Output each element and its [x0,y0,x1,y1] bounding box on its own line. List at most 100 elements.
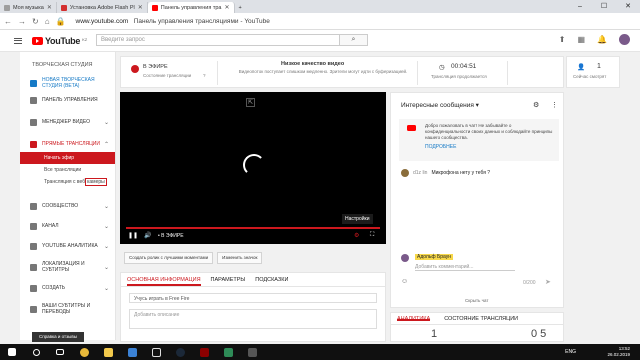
sidebar-item-analytics[interactable]: YOUTUBE АНАЛИТИКА ⌄ [20,238,115,254]
description-field[interactable]: Добавить описание [129,309,377,329]
video-player[interactable]: ⇱ Настройки ❚❚ 🔊 • В ЭФИРЕ ⚙ ⛶ [120,92,386,244]
change-thumbnail-button[interactable]: Изменить значок [217,252,263,264]
search-icon[interactable] [24,344,48,360]
help-feedback-button[interactable]: Справка и отзывы [32,332,84,342]
live-label[interactable]: • В ЭФИРЕ [158,233,184,239]
tab-stream-health[interactable]: СОСТОЯНИЕ ТРАНСЛЯЦИИ [444,316,518,322]
clock-icon: ◷ [439,64,445,71]
help-icon[interactable]: ? [203,73,206,78]
forward-icon[interactable]: → [18,17,26,26]
sidebar-item-new-studio[interactable]: НОВАЯ ТВОРЧЕСКАЯ СТУДИЯ (BETA) [20,74,115,92]
settings-icon[interactable]: ⚙ [354,232,359,239]
chrome-icon[interactable] [72,344,96,360]
clock[interactable]: 13:52 26.02.2019 [607,346,630,358]
char-counter: 0/200 [523,280,536,286]
app-icon[interactable] [216,344,240,360]
sidebar-item-community[interactable]: СООБЩЕСТВО ⌄ [20,198,115,214]
sidebar-item-video-manager[interactable]: МЕНЕДЖЕР ВИДЕО ⌄ [20,114,115,130]
search-input[interactable]: Введите запрос [96,34,340,46]
stream-status-panel: В ЭФИРЕ Состояние трансляции ? Низкое ка… [120,56,564,88]
sidebar-item-channel[interactable]: КАНАЛ ⌄ [20,218,115,234]
chevron-down-icon: ⌄ [103,264,109,271]
tab-flash[interactable]: Установка Adobe Flash Pl ✕ [57,2,148,13]
task-view-icon[interactable] [48,344,72,360]
maximize-icon[interactable]: ☐ [592,0,616,13]
back-icon[interactable]: ← [4,17,12,26]
home-icon[interactable]: ⌂ [45,17,50,26]
sidebar-sub-webcam[interactable]: Трансляция с веб камеры [20,176,115,188]
studio-sidebar: ТВОРЧЕСКАЯ СТУДИЯ НОВАЯ ТВОРЧЕСКАЯ СТУДИ… [20,52,116,340]
more-link[interactable]: ПОДРОБНЕЕ [425,144,555,150]
tab-label: Моя музыка [13,4,44,11]
create-clip-button[interactable]: Создать ролик с лучшими моментами [124,252,214,264]
address-bar: ← → ↻ ⌂ 🔒 www.youtube.com Панель управле… [0,13,640,30]
youtube-icon [407,125,416,131]
app-icon[interactable] [144,344,168,360]
community-icon [30,202,37,210]
sidebar-item-live[interactable]: ПРЯМЫЕ ТРАНСЛЯЦИИ ⌃ [20,136,115,152]
volume-icon[interactable]: 🔊 [144,232,151,239]
sidebar-item-label: ПРЯМЫЕ ТРАНСЛЯЦИИ [42,141,100,147]
sidebar-item-label: КАНАЛ [42,223,59,229]
bell-icon[interactable]: 🔔 [597,35,607,44]
apps-icon[interactable]: ▦ [577,35,585,44]
close-window-icon[interactable]: ✕ [616,0,640,13]
chevron-up-icon: ⌃ [103,141,109,148]
youtube-icon [151,4,158,11]
url-host: www.youtube.com [75,17,129,25]
fullscreen-icon[interactable]: ⛶ [370,232,374,239]
close-icon[interactable]: ✕ [47,4,52,11]
url-field[interactable]: www.youtube.com Панель управления трансл… [76,18,270,25]
tab-parameters[interactable]: ПАРАМЕТРЫ [211,277,246,286]
quality-title: Низкое качество видео [281,61,345,67]
sidebar-item-subtitles[interactable]: ВАШИ СУБТИТРЫ И ПЕРЕВОДЫ [20,300,115,318]
avatar[interactable] [619,34,630,45]
app-icon[interactable] [192,344,216,360]
sidebar-item-create[interactable]: СОЗДАТЬ ⌄ [20,280,115,296]
progress-bar[interactable] [126,227,380,229]
send-icon[interactable]: ➤ [545,278,551,286]
minimize-icon[interactable]: – [568,0,592,13]
sidebar-item-dashboard[interactable]: ПАНЕЛЬ УПРАВЛЕНИЯ [20,92,115,108]
player-actions: Создать ролик с лучшими моментами Измени… [120,248,386,268]
chat-title[interactable]: Интересные сообщения ▾ [401,101,479,109]
menu-icon[interactable] [14,37,22,44]
youtube-logo[interactable]: YouTube KZ [32,36,87,46]
pause-icon[interactable]: ❚❚ [128,232,138,239]
search-button[interactable]: ⌕ [340,34,368,46]
explorer-icon[interactable] [96,344,120,360]
steam-icon[interactable] [168,344,192,360]
tab-basic-info[interactable]: ОСНОВНАЯ ИНФОРМАЦИЯ [127,277,201,286]
music-icon [4,4,10,11]
sidebar-sub-start[interactable]: Начать эфир [20,152,115,164]
avatar [401,254,409,262]
viewers-count: 1 [597,63,601,70]
chat-message: d1z lin Микрофона нету у тебя ? [401,169,490,177]
sidebar-item-localization[interactable]: ЛОКАЛИЗАЦИЯ И СУБТИТРЫ ⌄ [20,258,115,276]
comment-input[interactable]: Добавить комментарий... [415,264,515,271]
tab-label: Установка Adobe Flash Pl [69,4,135,11]
app-icon[interactable] [240,344,264,360]
divider [217,61,218,85]
reload-icon[interactable]: ↻ [32,17,39,26]
tab-music[interactable]: Моя музыка ✕ [0,2,57,13]
popout-icon[interactable]: ⇱ [246,98,256,107]
tab-hints[interactable]: ПОДСКАЗКИ [255,277,288,286]
close-icon[interactable]: ✕ [224,4,229,11]
hide-chat-button[interactable]: Скрыть чат [465,298,488,303]
upload-icon[interactable]: ⬆ [559,35,566,44]
dashboard-icon [30,96,37,104]
more-icon[interactable]: ⋮ [551,101,558,109]
tab-dashboard[interactable]: Панель управления тра ✕ [147,2,235,13]
tab-analytics[interactable]: АНАЛИТИКА [397,316,431,322]
store-icon[interactable] [120,344,144,360]
sidebar-sub-all[interactable]: Все трансляции [20,164,115,176]
windows-start-icon[interactable] [0,344,24,360]
logo-text: YouTube [45,35,81,46]
new-tab-button[interactable]: + [235,2,246,13]
language-indicator[interactable]: ENG [565,349,576,355]
close-icon[interactable]: ✕ [138,4,143,11]
gear-icon[interactable]: ⚙ [533,101,539,109]
title-field[interactable]: Учусь играть в Free Fire [129,293,377,303]
emoji-icon[interactable]: ☺ [401,278,408,285]
